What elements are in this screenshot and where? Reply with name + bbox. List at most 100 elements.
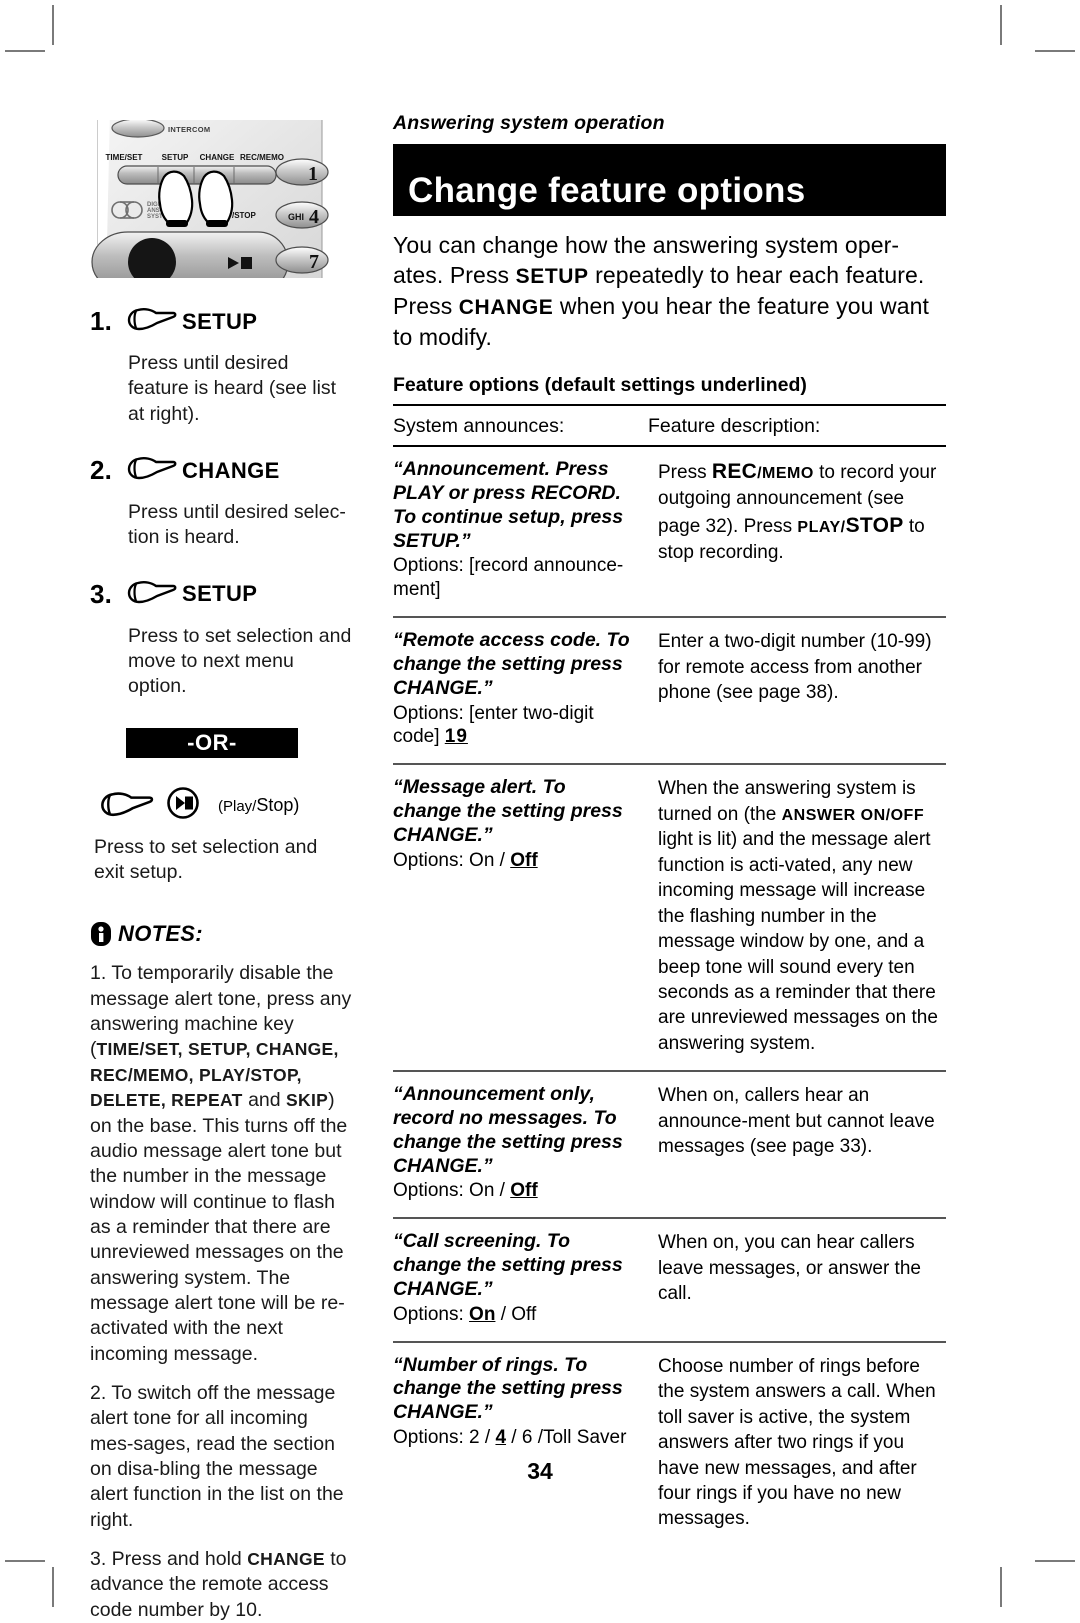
- page-number: 34: [527, 1458, 553, 1484]
- row-6-options-label: Options:: [393, 1427, 470, 1449]
- row-2-description: Enter a two-digit number (10-99) for rem…: [658, 631, 932, 704]
- row-5-options-label: Options:: [393, 1303, 470, 1325]
- step-1-label: SETUP: [182, 308, 258, 334]
- row-3-options-label: Options:: [393, 849, 470, 871]
- row-6-options: Options: 2 / 4 / 6 /Toll Saver: [393, 1426, 632, 1450]
- row-6-options-default: 4: [495, 1427, 507, 1449]
- row-1-announce-text: “Announcement. Press PLAY or press RECOR…: [393, 458, 624, 552]
- play-stop-caption: (Play/Stop): [218, 795, 299, 816]
- note-1-keys2: SKIP: [286, 1090, 329, 1111]
- row-3-description: When the answering system is turned on (…: [658, 778, 938, 1054]
- play-stop-caption-small: (Play/: [218, 797, 257, 815]
- row-2-options-label: Options:: [393, 702, 470, 724]
- row-5-options: Options: On / Off: [393, 1303, 632, 1327]
- notes-heading: NOTES:: [90, 921, 352, 947]
- step-1: 1. SETUP Press until desired feature is …: [90, 304, 352, 427]
- step-3: 3. SETUP Press to set selection and move…: [90, 577, 352, 700]
- row-3-description-cell: When the answering system is turned on (…: [648, 764, 946, 1073]
- alt-step-body: Press to set selection and exit setup.: [94, 835, 318, 884]
- or-divider: -OR-: [126, 727, 298, 758]
- row-6-description: Choose number of rings before the system…: [658, 1355, 936, 1530]
- row-4-options-value: On /: [469, 1180, 511, 1202]
- row-1-options: Options: [record announce-ment]: [393, 554, 632, 602]
- row-5-options-default: On: [469, 1303, 496, 1325]
- pointing-hand-icon: [126, 304, 178, 339]
- play-stop-icon: [166, 786, 200, 825]
- pointing-hand-icon: [126, 577, 178, 612]
- row-2-options-default: 19: [444, 726, 468, 748]
- step-1-header: 1. SETUP: [90, 304, 352, 339]
- row-5-description-cell: When on, you can hear callers leave mess…: [648, 1218, 946, 1343]
- row-1-kbd-rec: REC: [711, 460, 758, 484]
- row-5-options-after: / Off: [495, 1303, 537, 1325]
- crop-mark-top-right-h: [1035, 50, 1075, 52]
- row-3-desc-p2: light is lit) and the message alert func…: [658, 829, 938, 1054]
- svg-text:/STOP: /STOP: [232, 211, 257, 220]
- row-4-announce-text: “Announcement only, record no messages. …: [393, 1083, 623, 1177]
- step-1-number: 1.: [90, 306, 113, 336]
- row-6-announce-text: “Number of rings. To change the setting …: [393, 1353, 623, 1424]
- row-3-options-value: On /: [469, 849, 511, 871]
- step-2-number: 2.: [90, 455, 113, 486]
- section-eyebrow: Answering system operation: [393, 112, 665, 134]
- row-4-options-default: Off: [510, 1180, 538, 1202]
- feature-options-table: System announces: Feature description: “…: [393, 406, 946, 1546]
- row-1-desc-p1: Press: [658, 462, 712, 484]
- table-row: “Announcement only, record no messages. …: [393, 1071, 946, 1220]
- row-1-description-cell: Press REC/MEMO to record your outgoing a…: [648, 446, 946, 619]
- row-3-announce-cell: “Message alert. To change the setting pr…: [393, 764, 648, 1073]
- step-3-header: 3. SETUP: [90, 577, 352, 612]
- intro-paragraph: You can change how the answering system …: [393, 230, 946, 352]
- row-3-kbd-answer-onoff: ANSWER ON/OFF: [781, 806, 925, 824]
- row-4-announce-cell: “Announcement only, record no messages. …: [393, 1071, 648, 1220]
- table-row: “Number of rings. To change the setting …: [393, 1342, 946, 1546]
- svg-text:GHI: GHI: [288, 212, 304, 222]
- intro-kbd-change: CHANGE: [458, 296, 554, 320]
- row-6-description-cell: Choose number of rings before the system…: [648, 1342, 946, 1546]
- row-1-announce-cell: “Announcement. Press PLAY or press RECOR…: [393, 446, 648, 619]
- note-item-1: 1. To temporarily disable the message al…: [90, 961, 352, 1367]
- crop-mark-bottom-left-h: [5, 1560, 45, 1562]
- base-unit-keypad-illustration: INTERCOM TIME/SET SETUP CHANGE REC/MEMO: [90, 120, 330, 278]
- step-2-label: CHANGE: [182, 457, 280, 483]
- row-3-options-default: Off: [510, 849, 538, 871]
- step-2-header: 2. CHANGE: [90, 453, 352, 488]
- left-column: INTERCOM TIME/SET SETUP CHANGE REC/MEMO: [90, 120, 352, 1623]
- info-icon: [90, 921, 112, 947]
- row-6-announce-cell: “Number of rings. To change the setting …: [393, 1342, 648, 1546]
- step-3-body: Press to set selection and move to next …: [128, 624, 352, 698]
- svg-text:7: 7: [309, 251, 319, 273]
- row-6-options-after: / 6 /Toll Saver: [506, 1427, 627, 1449]
- row-3-options: Options: On / Off: [393, 849, 632, 873]
- table-row: “Call screening. To change the setting p…: [393, 1218, 946, 1343]
- row-4-description: When on, callers hear an announce-ment b…: [658, 1085, 935, 1158]
- row-1-kbd-stop: STOP: [845, 513, 904, 537]
- table-row: “Message alert. To change the setting pr…: [393, 764, 946, 1073]
- row-4-options-label: Options:: [393, 1180, 470, 1202]
- row-5-description: When on, you can hear callers leave mess…: [658, 1232, 921, 1305]
- row-2-announce-cell: “Remote access code. To change the setti…: [393, 617, 648, 766]
- row-5-announce-text: “Call screening. To change the setting p…: [393, 1230, 623, 1300]
- svg-text:TIME/SET: TIME/SET: [106, 153, 143, 162]
- feature-table-caption: Feature options (default settings underl…: [393, 374, 946, 407]
- row-4-options: Options: On / Off: [393, 1179, 632, 1203]
- intro-kbd-setup: SETUP: [515, 265, 589, 289]
- play-stop-caption-large: Stop): [256, 794, 300, 815]
- step-3-label: SETUP: [182, 581, 258, 607]
- note-3-lead: 3. Press and hold: [90, 1548, 248, 1570]
- page-title-bar: Change feature options: [393, 144, 946, 216]
- svg-text:INTERCOM: INTERCOM: [168, 125, 210, 134]
- row-2-options: Options: [enter two-digit code] 19: [393, 702, 632, 750]
- svg-text:SETUP: SETUP: [162, 153, 189, 162]
- row-1-kbd-play: PLAY/: [797, 518, 846, 536]
- step-2: 2. CHANGE Press until desired selec-tion…: [90, 453, 352, 551]
- row-1-description: Press REC/MEMO to record your outgoing a…: [658, 460, 936, 563]
- column-header-system-announces: System announces:: [393, 406, 648, 448]
- pointing-hand-icon: [126, 453, 178, 488]
- pointing-hand-icon: [98, 788, 156, 823]
- crop-mark-top-right-v: [1000, 5, 1002, 45]
- row-2-description-cell: Enter a two-digit number (10-99) for rem…: [648, 617, 946, 766]
- notes-heading-label: NOTES:: [118, 921, 203, 947]
- note-3-keys: CHANGE: [247, 1549, 325, 1569]
- svg-text:4: 4: [309, 206, 319, 228]
